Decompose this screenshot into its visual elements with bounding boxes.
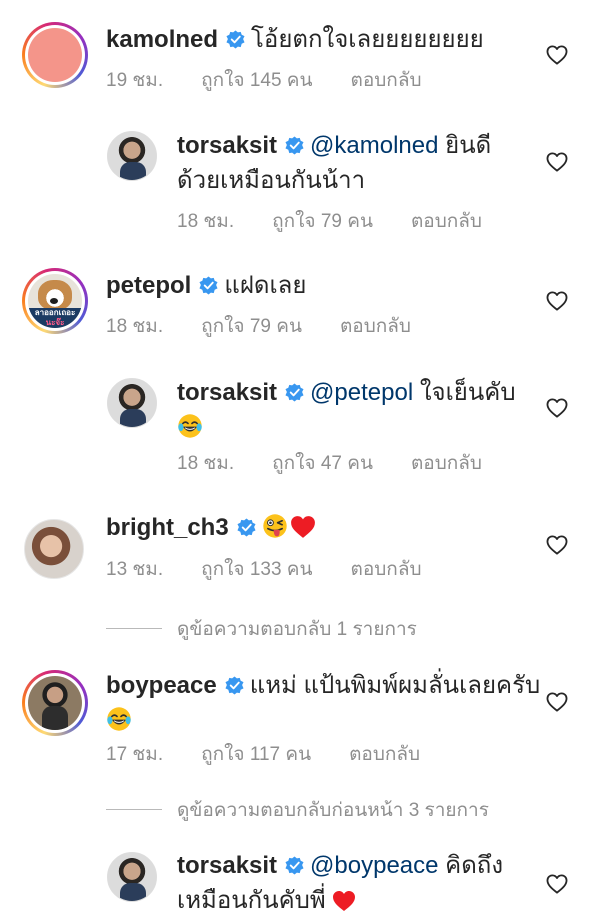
comment-body: kamolned โอ้ยตกใจเลยยยยยยยย	[106, 22, 536, 57]
timestamp: 19 ชม.	[106, 70, 164, 91]
avatar-story-ring[interactable]	[22, 670, 88, 736]
red-heart-emoji-icon	[332, 890, 356, 912]
avatar[interactable]: ลาออกเถอะ นะจ๊ะ	[28, 274, 82, 328]
avatar[interactable]	[24, 519, 84, 579]
comment-meta: 17 ชม. ถูกใจ 117 คน ตอบกลับ	[106, 739, 458, 769]
comment-body: petepol แฝดเลย	[106, 268, 536, 303]
avatar[interactable]	[28, 676, 82, 730]
comment-body: torsaksit @petepol ใจเย็นคับ	[177, 375, 537, 445]
username[interactable]: bright_ch3	[106, 514, 229, 541]
mention-link[interactable]: @petepol	[310, 379, 413, 406]
timestamp: 13 ชม.	[106, 559, 164, 580]
verified-badge-icon	[226, 30, 245, 49]
reply-button[interactable]: ตอบกลับ	[351, 559, 422, 580]
view-replies-label: ดูข้อความตอบกลับ 1 รายการ	[177, 619, 417, 640]
reply-button[interactable]: ตอบกลับ	[411, 453, 482, 474]
comment-body: bright_ch3	[106, 510, 536, 545]
like-heart-icon[interactable]	[546, 152, 568, 172]
username[interactable]: torsaksit	[177, 132, 277, 159]
likes-count[interactable]: ถูกใจ 117 คน	[201, 744, 311, 765]
timestamp: 18 ชม.	[106, 316, 164, 337]
view-previous-replies-button[interactable]: ดูข้อความตอบกลับก่อนหน้า 3 รายการ	[106, 795, 489, 825]
comment-text: แฝดเลย	[224, 272, 307, 299]
comment-text-line2: เหมือนกันคับพี่	[177, 887, 333, 914]
red-heart-emoji-icon	[290, 515, 316, 539]
avatar[interactable]	[107, 378, 157, 428]
avatar-caption: ลาออกเถอะ	[34, 308, 76, 317]
likes-count[interactable]: ถูกใจ 79 คน	[272, 211, 373, 232]
likes-count[interactable]: ถูกใจ 47 คน	[272, 453, 373, 474]
view-replies-button[interactable]: ดูข้อความตอบกลับ 1 รายการ	[106, 614, 417, 644]
comment-text: ใจเย็นคับ	[413, 379, 516, 406]
comment-body: torsaksit @kamolned ยินดีด้วยเหมือนกันน้า…	[177, 128, 537, 198]
mention-link[interactable]: @kamolned	[310, 132, 438, 159]
comment-body: boypeace แหม่ แป้นพิมพ์ผมลั่นเลยครับ	[106, 668, 546, 738]
comment-meta: 13 ชม. ถูกใจ 133 คน ตอบกลับ	[106, 554, 460, 584]
comment-text: คิดถึง	[438, 852, 504, 879]
username[interactable]: boypeace	[106, 672, 217, 699]
like-heart-icon[interactable]	[546, 874, 568, 894]
avatar-story-ring[interactable]: ลาออกเถอะ นะจ๊ะ	[22, 268, 88, 334]
username[interactable]: petepol	[106, 272, 191, 299]
comment-text: แหม่ แป้นพิมพ์ผมลั่นเลยครับ	[249, 672, 541, 699]
username[interactable]: kamolned	[106, 26, 218, 53]
reply-button[interactable]: ตอบกลับ	[349, 744, 420, 765]
likes-count[interactable]: ถูกใจ 133 คน	[201, 559, 312, 580]
verified-badge-icon	[285, 383, 304, 402]
reply-button[interactable]: ตอบกลับ	[351, 70, 422, 91]
laughing-tears-emoji-icon	[177, 413, 203, 439]
comment-meta: 19 ชม. ถูกใจ 145 คน ตอบกลับ	[106, 65, 460, 95]
comment-meta: 18 ชม. ถูกใจ 47 คน ตอบกลับ	[177, 448, 520, 478]
comment-text: โอ้ยตกใจเลยยยยยยยย	[251, 26, 484, 53]
like-heart-icon[interactable]	[546, 398, 568, 418]
comment-meta: 18 ชม. ถูกใจ 79 คน ตอบกลับ	[177, 206, 520, 236]
verified-badge-icon	[199, 276, 218, 295]
username[interactable]: torsaksit	[177, 379, 277, 406]
reply-button[interactable]: ตอบกลับ	[411, 211, 482, 232]
mention-link[interactable]: @boypeace	[310, 852, 438, 879]
verified-badge-icon	[285, 856, 304, 875]
verified-badge-icon	[225, 676, 244, 695]
comment-text: ยินดี	[438, 132, 492, 159]
like-heart-icon[interactable]	[546, 535, 568, 555]
timestamp: 18 ชม.	[177, 211, 235, 232]
comment-body: torsaksit @boypeace คิดถึงเหมือนกันคับพี่	[177, 848, 537, 918]
like-heart-icon[interactable]	[546, 45, 568, 65]
winking-tongue-emoji-icon	[262, 513, 288, 539]
avatar[interactable]	[28, 28, 82, 82]
like-heart-icon[interactable]	[546, 291, 568, 311]
avatar-caption-2: นะจ๊ะ	[45, 318, 65, 327]
like-heart-icon[interactable]	[546, 692, 568, 712]
avatar-story-ring[interactable]	[22, 22, 88, 88]
likes-count[interactable]: ถูกใจ 79 คน	[201, 316, 302, 337]
divider-line	[106, 809, 162, 810]
comment-meta: 18 ชม. ถูกใจ 79 คน ตอบกลับ	[106, 311, 449, 341]
verified-badge-icon	[237, 518, 256, 537]
likes-count[interactable]: ถูกใจ 145 คน	[201, 70, 312, 91]
laughing-tears-emoji-icon	[106, 706, 132, 732]
divider-line	[106, 628, 162, 629]
timestamp: 18 ชม.	[177, 453, 235, 474]
comment-text-line2: ด้วยเหมือนกันน้าา	[177, 167, 366, 194]
reply-button[interactable]: ตอบกลับ	[340, 316, 411, 337]
verified-badge-icon	[285, 136, 304, 155]
avatar[interactable]	[107, 131, 157, 181]
timestamp: 17 ชม.	[106, 744, 164, 765]
view-replies-label: ดูข้อความตอบกลับก่อนหน้า 3 รายการ	[177, 800, 489, 821]
avatar[interactable]	[107, 852, 157, 902]
username[interactable]: torsaksit	[177, 852, 277, 879]
